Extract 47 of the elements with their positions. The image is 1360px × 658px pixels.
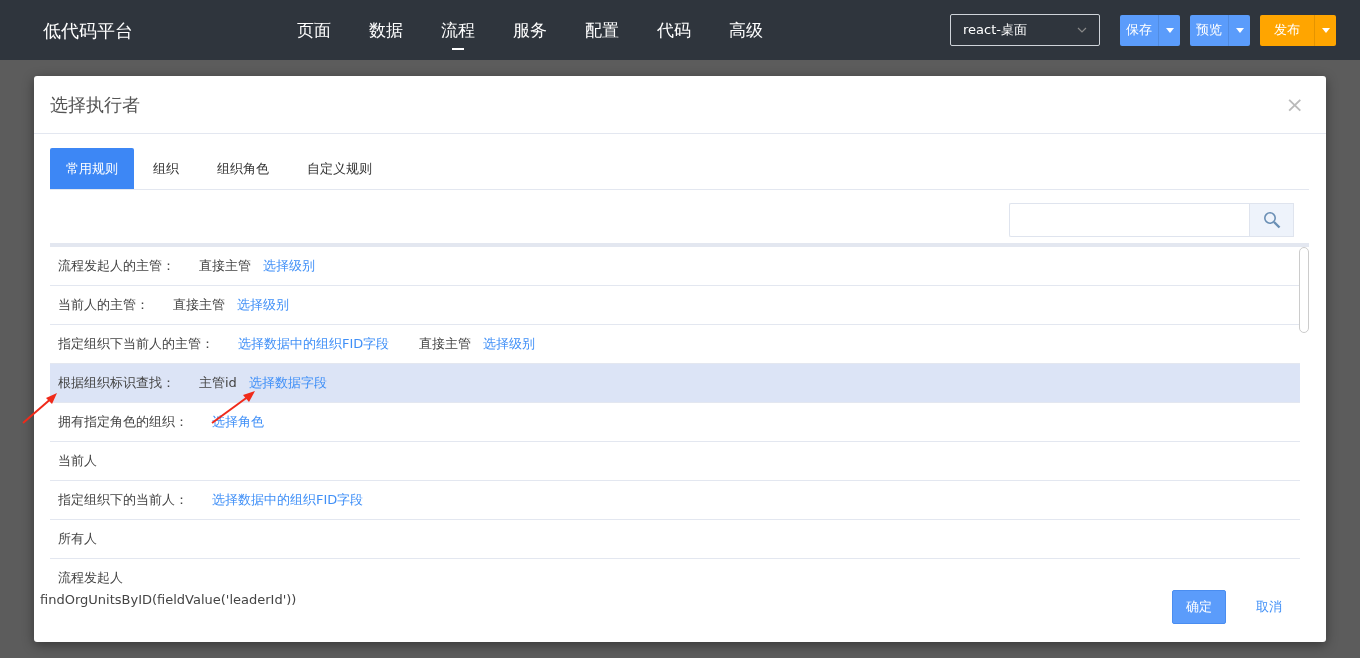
arrow-annotation	[20, 390, 60, 426]
rule-label: 当前人的主管：	[58, 296, 149, 315]
dialog-tab[interactable]: 组织角色	[198, 148, 288, 189]
app-title: 低代码平台	[43, 18, 134, 43]
platform-select[interactable]: react-桌面	[950, 14, 1100, 46]
nav-tab[interactable]: 服务	[513, 10, 547, 50]
rule-label: 指定组织下的当前人：	[58, 491, 188, 510]
rule-label: 当前人	[58, 452, 97, 471]
rule-label: 指定组织下当前人的主管：	[58, 335, 214, 354]
search-icon	[1262, 211, 1281, 229]
dropdown-toggle-button[interactable]	[1228, 14, 1250, 46]
rule-row[interactable]: 所有人	[50, 520, 1300, 559]
rule-label: 拥有指定角色的组织：	[58, 413, 188, 432]
dialog-title: 选择执行者	[50, 93, 140, 117]
rule-label: 流程发起人	[58, 568, 123, 587]
select-value: react-桌面	[963, 21, 1027, 40]
nav-tab[interactable]: 配置	[585, 10, 619, 50]
rule-row[interactable]: 根据组织标识查找： 主管id 选择数据字段	[50, 364, 1300, 403]
chevron-down-icon	[1077, 27, 1087, 33]
rule-value: 直接主管	[419, 335, 472, 354]
rule-label: 所有人	[58, 530, 97, 549]
caret-down-icon	[1165, 28, 1174, 34]
expression-text: findOrgUnitsByID(fieldValue('leaderId'))	[40, 591, 297, 609]
dialog-tab[interactable]: 自定义规则	[288, 148, 391, 189]
nav-tab[interactable]: 数据	[369, 10, 403, 50]
dropdown-toggle-button[interactable]	[1314, 14, 1336, 46]
dropdown-toggle-button[interactable]	[1158, 14, 1180, 46]
nav-tab[interactable]: 高级	[729, 10, 763, 50]
rule-value: 主管id	[199, 374, 237, 393]
dialog-tab[interactable]: 组织	[134, 148, 198, 189]
rule-label: 根据组织标识查找：	[58, 374, 175, 393]
rule-row[interactable]: 指定组织下的当前人： 选择数据中的组织FID字段	[50, 481, 1300, 520]
dialog-tab[interactable]: 常用规则	[50, 148, 134, 189]
scrollbar-thumb[interactable]	[1299, 247, 1309, 333]
rule-label: 流程发起人的主管：	[58, 257, 175, 276]
nav-tab[interactable]: 代码	[657, 10, 691, 50]
search-field[interactable]	[1009, 203, 1249, 237]
rule-row[interactable]: 流程发起人的主管： 直接主管 选择级别	[50, 247, 1300, 286]
rule-row[interactable]: 当前人的主管： 直接主管 选择级别	[50, 286, 1300, 325]
rule-value: 直接主管	[199, 257, 251, 276]
caret-down-icon	[1235, 28, 1244, 34]
rule-row[interactable]: 当前人	[50, 442, 1300, 481]
rule-row[interactable]: 流程发起人	[50, 559, 1300, 587]
rule-value: 直接主管	[173, 296, 225, 315]
search-button[interactable]	[1249, 203, 1294, 237]
caret-down-icon	[1321, 28, 1330, 34]
nav-tab[interactable]: 页面	[297, 10, 331, 50]
